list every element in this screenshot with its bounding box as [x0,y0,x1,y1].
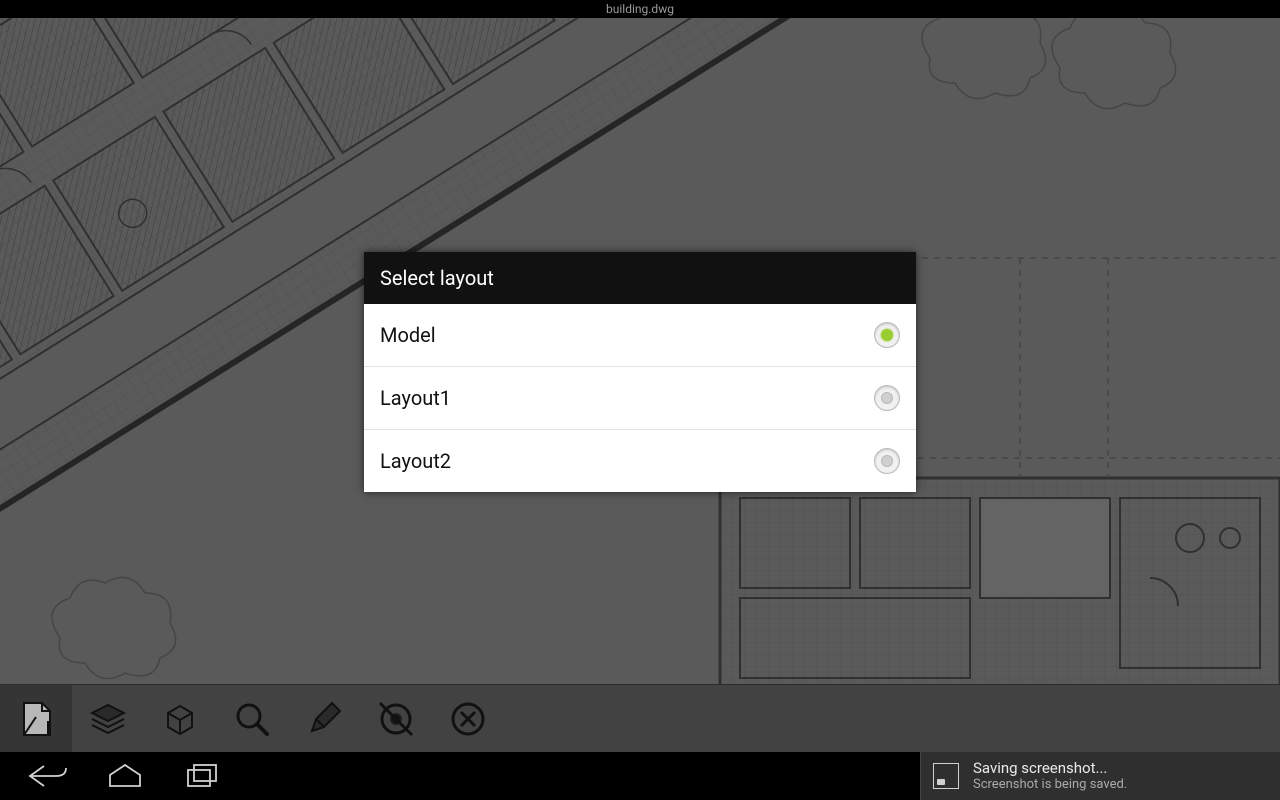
tool-zoom[interactable] [216,685,288,753]
toast-subtitle: Screenshot is being saved. [973,777,1127,793]
home-button[interactable] [104,756,146,796]
tool-new-sheet[interactable] [0,685,72,753]
titlebar: building.dwg [0,0,1280,18]
radio-icon [874,322,900,348]
layout-option-layout1[interactable]: Layout1 [364,367,916,430]
tool-draw[interactable] [288,685,360,753]
tool-cancel[interactable] [432,685,504,753]
layers-icon [88,699,128,739]
filename-label: building.dwg [606,2,674,16]
recent-button[interactable] [182,756,224,796]
tool-3d-view[interactable] [144,685,216,753]
home-icon [104,762,146,790]
zoom-icon [232,699,272,739]
tool-layers[interactable] [72,685,144,753]
layout-option-label: Layout2 [380,449,451,473]
dialog-title: Select layout [364,252,916,304]
layout-option-layout2[interactable]: Layout2 [364,430,916,492]
layout-option-model[interactable]: Model [364,304,916,367]
layout-option-label: Layout1 [380,386,451,410]
layout-option-label: Model [380,323,436,347]
image-icon [933,763,959,789]
screenshot-toast[interactable]: Saving screenshot... Screenshot is being… [920,752,1280,800]
cube-icon [160,699,200,739]
back-icon [26,762,68,790]
toast-text: Saving screenshot... Screenshot is being… [973,759,1127,793]
pencil-icon [304,699,344,739]
toolbar [0,684,1280,752]
target-icon [376,699,416,739]
select-layout-dialog: Select layout Model Layout1 Layout2 [364,252,916,492]
toast-title: Saving screenshot... [973,759,1127,777]
recent-icon [182,762,224,790]
radio-icon [874,448,900,474]
new-sheet-icon [16,699,56,739]
back-button[interactable] [26,756,68,796]
radio-icon [874,385,900,411]
tool-snap[interactable] [360,685,432,753]
close-icon [448,699,488,739]
